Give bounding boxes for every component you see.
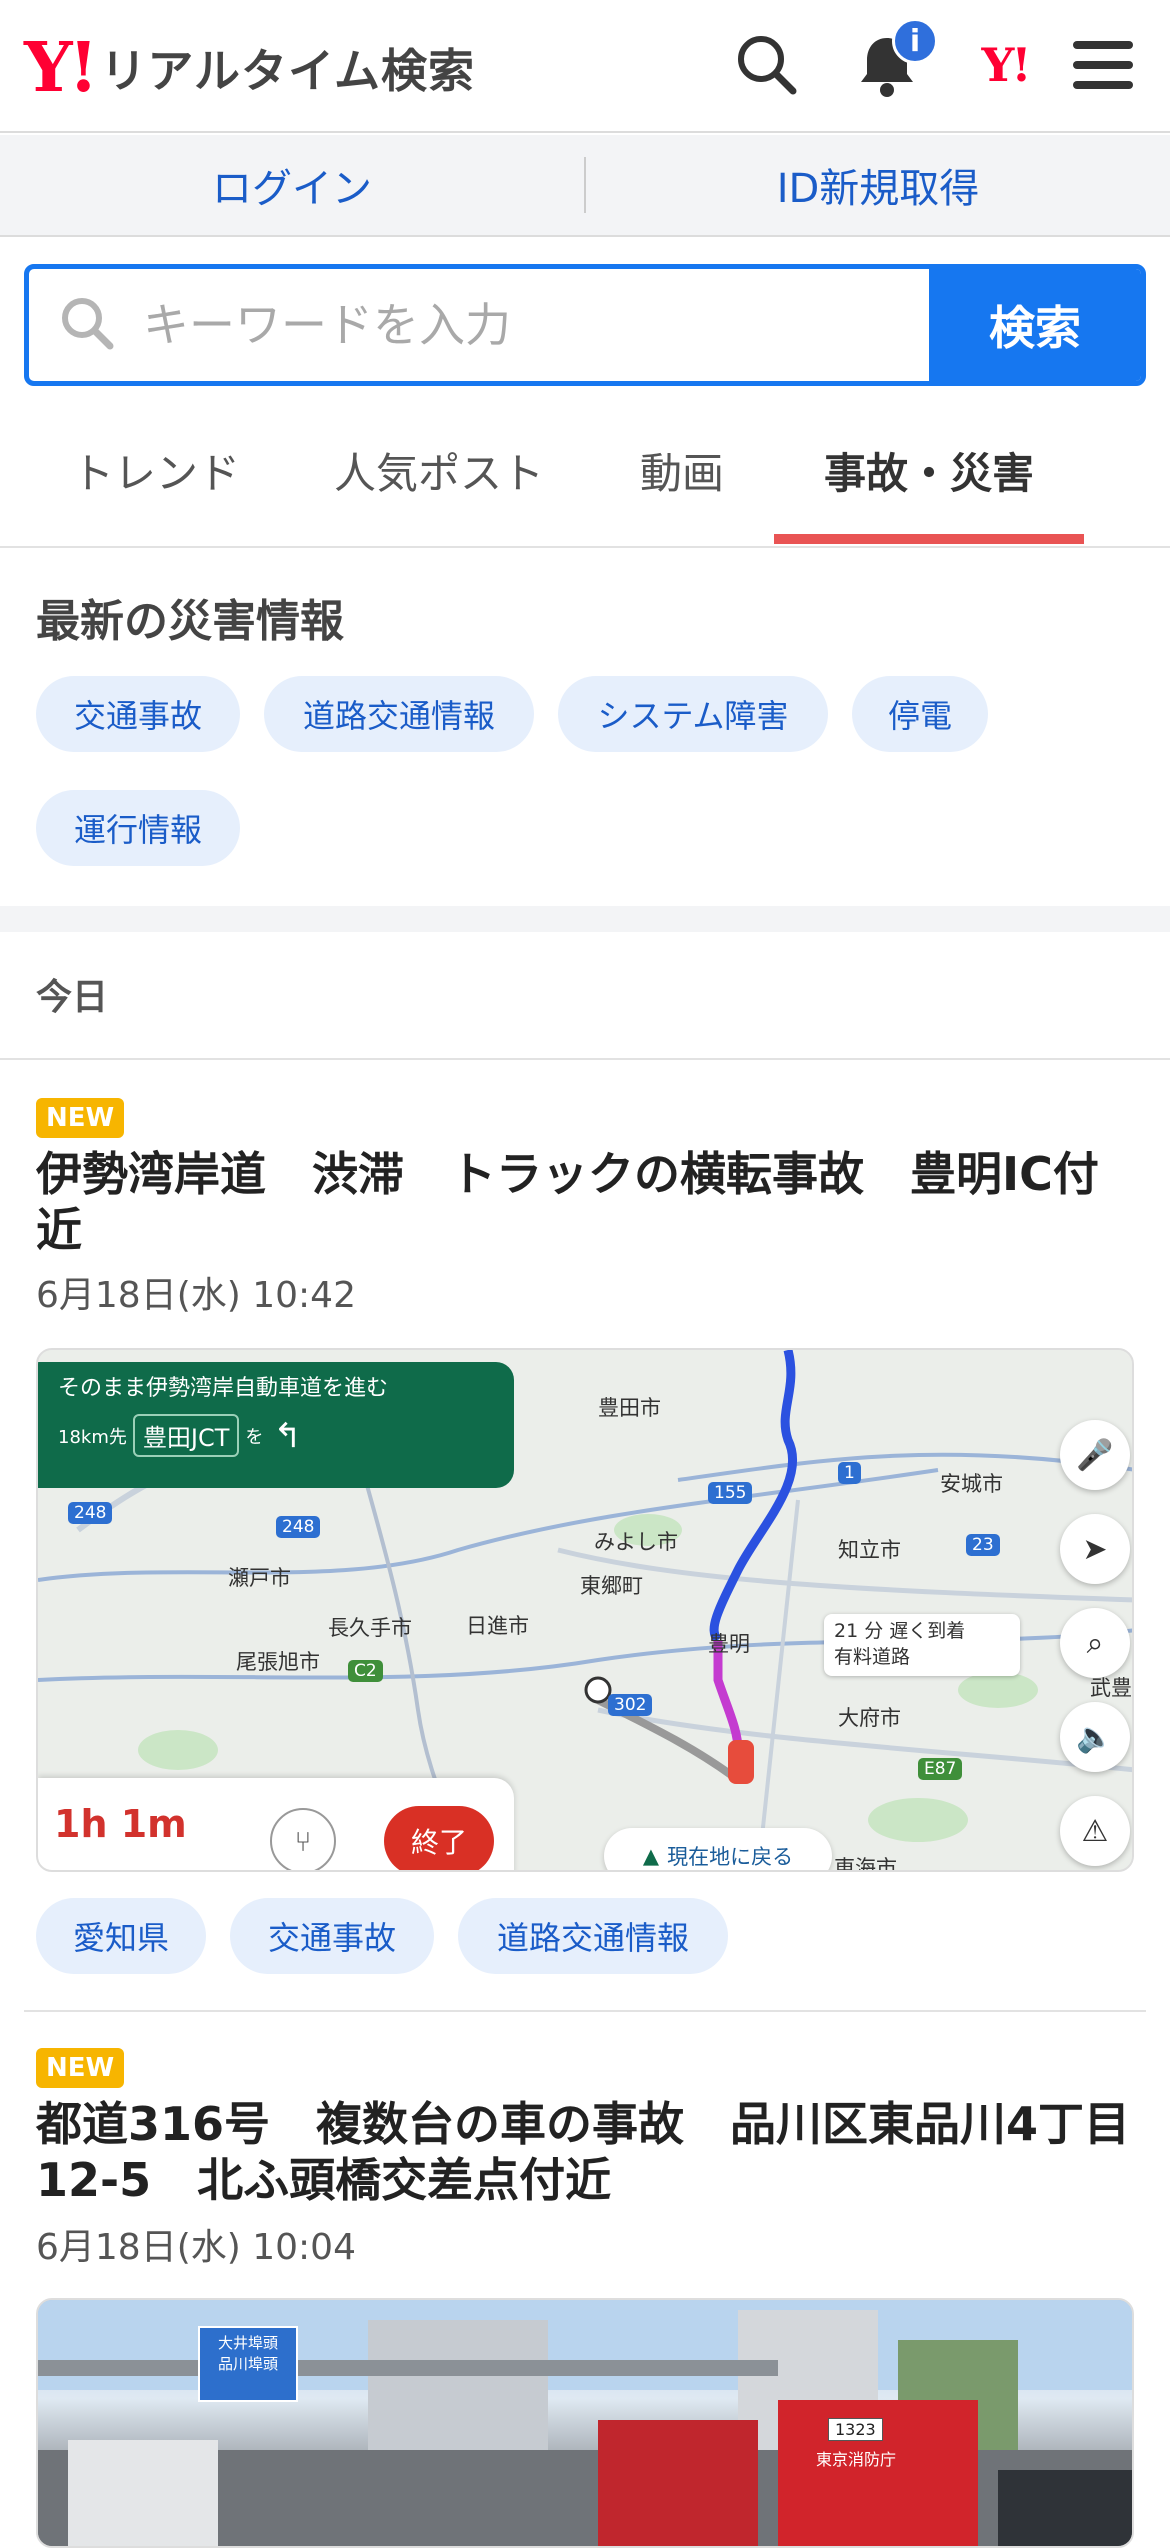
tab-trend[interactable]: トレンド bbox=[72, 440, 240, 501]
article-date: 6月18日(水) 10:04 bbox=[36, 2227, 356, 2268]
notification-bell-icon[interactable]: i bbox=[850, 18, 938, 102]
nav-distance: 18km先 bbox=[58, 1426, 127, 1448]
hamburger-menu-icon[interactable] bbox=[1066, 28, 1140, 102]
chip-traffic-accident[interactable]: 交通事故 bbox=[36, 676, 240, 752]
navigation-instruction-card: そのまま伊勢湾岸自動車道を進む 18km先 豊田JCT を ↰ bbox=[38, 1362, 514, 1488]
route-number-badge: 248 bbox=[68, 1502, 113, 1524]
delay-toll-road: 有料道路 bbox=[834, 1646, 911, 1668]
expressway-badge: C2 bbox=[348, 1660, 383, 1682]
new-badge: NEW bbox=[36, 1098, 125, 1138]
new-badge: NEW bbox=[36, 2048, 125, 2088]
map-place-label: 瀬戸市 bbox=[228, 1566, 291, 1590]
nav-junction: 豊田JCT bbox=[132, 1414, 240, 1457]
route-number-badge: 248 bbox=[276, 1516, 321, 1538]
expressway-badge: E87 bbox=[918, 1758, 963, 1780]
eta-time: 1h 1m bbox=[54, 1802, 187, 1846]
chip-road-traffic[interactable]: 道路交通情報 bbox=[264, 676, 534, 752]
end-navigation-button[interactable]: 終了 bbox=[384, 1806, 494, 1870]
yahoo-mark: Y! bbox=[981, 38, 1031, 92]
tab-bar: トレンド 人気ポスト 動画 事故・災害 bbox=[0, 400, 1170, 548]
yahoo-realtime-logo[interactable]: Y! リアルタイム検索 bbox=[24, 28, 475, 108]
map-place-label: 尾張旭市 bbox=[236, 1650, 320, 1674]
register-link[interactable]: ID新規取得 bbox=[586, 156, 1170, 214]
chip-system-failure[interactable]: システム障害 bbox=[558, 676, 828, 752]
tag-road-traffic[interactable]: 道路交通情報 bbox=[458, 1898, 728, 1974]
article-photo[interactable]: 大井埠頭 品川埠頭 1323 東京消防庁 bbox=[36, 2298, 1134, 2548]
yahoo-japan-icon[interactable]: Y! bbox=[968, 28, 1042, 102]
auth-bar: ログイン ID新規取得 bbox=[0, 135, 1170, 237]
divider bbox=[24, 2010, 1146, 2012]
login-link[interactable]: ログイン bbox=[0, 156, 584, 214]
divider bbox=[0, 1058, 1170, 1060]
navigation-arrow-icon: ▲ bbox=[642, 1844, 660, 1868]
map-place-label: みよし市 bbox=[594, 1530, 678, 1554]
route-number-badge: 155 bbox=[708, 1482, 753, 1504]
sign-line: 品川埠頭 bbox=[217, 2355, 278, 2373]
notification-badge: i bbox=[892, 18, 938, 64]
tag-traffic-accident[interactable]: 交通事故 bbox=[230, 1898, 434, 1974]
route-number-badge: 23 bbox=[966, 1534, 1000, 1556]
map-place-label: 東郷町 bbox=[580, 1574, 643, 1598]
road-sign: 大井埠頭 品川埠頭 bbox=[198, 2326, 298, 2402]
recenter-button[interactable]: ▲ 現在地に戻る bbox=[604, 1828, 832, 1870]
search-icon[interactable] bbox=[730, 28, 804, 102]
recenter-label: 現在地に戻る bbox=[667, 1845, 794, 1869]
route-number-badge: 302 bbox=[608, 1694, 653, 1716]
nav-bottom-sheet: 1h 1m ⑂ 終了 bbox=[38, 1778, 514, 1870]
sign-line: 大井埠頭 bbox=[217, 2334, 278, 2352]
map-search-icon[interactable]: ⌕ bbox=[1060, 1608, 1130, 1678]
map-place-label: 豊明 bbox=[708, 1632, 750, 1656]
disaster-section-title: 最新の災害情報 bbox=[36, 596, 344, 647]
sound-icon[interactable]: 🔈 bbox=[1060, 1702, 1130, 1772]
today-heading: 今日 bbox=[36, 977, 109, 1018]
chip-service-info[interactable]: 運行情報 bbox=[36, 790, 240, 866]
tab-popular-posts[interactable]: 人気ポスト bbox=[334, 440, 544, 501]
tab-accident-disaster[interactable]: 事故・災害 bbox=[824, 440, 1034, 501]
search-input[interactable] bbox=[143, 298, 843, 352]
route-number-badge: 1 bbox=[838, 1462, 861, 1484]
chip-power-outage[interactable]: 停電 bbox=[852, 676, 988, 752]
map-place-label: 日進市 bbox=[466, 1614, 529, 1638]
turn-left-icon: ↰ bbox=[273, 1415, 302, 1456]
article-title[interactable]: 都道316号 複数台の車の事故 品川区東品川4丁目12-5 北ふ頭橋交差点付近 bbox=[36, 2096, 1136, 2208]
search-button[interactable]: 検索 bbox=[929, 269, 1141, 381]
map-place-label: 大府市 bbox=[838, 1706, 901, 1730]
article-date: 6月18日(水) 10:42 bbox=[36, 1275, 356, 1316]
compass-icon[interactable]: ➤ bbox=[1060, 1514, 1130, 1584]
microphone-icon[interactable]: 🎤 bbox=[1060, 1420, 1130, 1490]
search-field-icon bbox=[59, 295, 115, 355]
yahoo-logo-mark: Y! bbox=[24, 28, 98, 108]
delay-info-bubble: 21 分 遅く到着 有料道路 bbox=[824, 1614, 1020, 1676]
app-header: Y! リアルタイム検索 i Y! bbox=[0, 0, 1170, 133]
nav-instruction: そのまま伊勢湾岸自動車道を進む bbox=[58, 1376, 389, 1401]
alternate-route-icon[interactable]: ⑂ bbox=[270, 1808, 336, 1870]
search-box: 検索 bbox=[24, 264, 1146, 386]
tab-video[interactable]: 動画 bbox=[640, 440, 724, 501]
map-place-label: 東海市 bbox=[834, 1856, 897, 1872]
nav-suffix: を bbox=[245, 1426, 264, 1448]
nav-next-step: 18km先 豊田JCT を ↰ bbox=[58, 1414, 494, 1457]
logo-text: リアルタイム検索 bbox=[100, 44, 476, 98]
map-place-label: 長久手市 bbox=[328, 1616, 412, 1640]
fire-department-label: 東京消防庁 bbox=[816, 2450, 897, 2469]
section-gap bbox=[0, 906, 1170, 932]
map-place-label: 安城市 bbox=[940, 1472, 1003, 1496]
article-map-image[interactable]: そのまま伊勢湾岸自動車道を進む 18km先 豊田JCT を ↰ 豊田市 安城市 … bbox=[36, 1348, 1134, 1872]
tag-aichi[interactable]: 愛知県 bbox=[36, 1898, 206, 1974]
search-field[interactable] bbox=[29, 269, 929, 381]
fire-truck-plate: 1323 bbox=[828, 2418, 883, 2441]
map-place-label: 豊田市 bbox=[598, 1396, 661, 1420]
delay-arrival: 21 分 遅く到着 bbox=[834, 1620, 966, 1642]
active-tab-indicator bbox=[774, 534, 1084, 544]
warning-icon[interactable]: ⚠ bbox=[1060, 1796, 1130, 1866]
article-title[interactable]: 伊勢湾岸道 渋滞 トラックの横転事故 豊明IC付近 bbox=[36, 1146, 1136, 1258]
map-place-label: 知立市 bbox=[838, 1538, 901, 1562]
